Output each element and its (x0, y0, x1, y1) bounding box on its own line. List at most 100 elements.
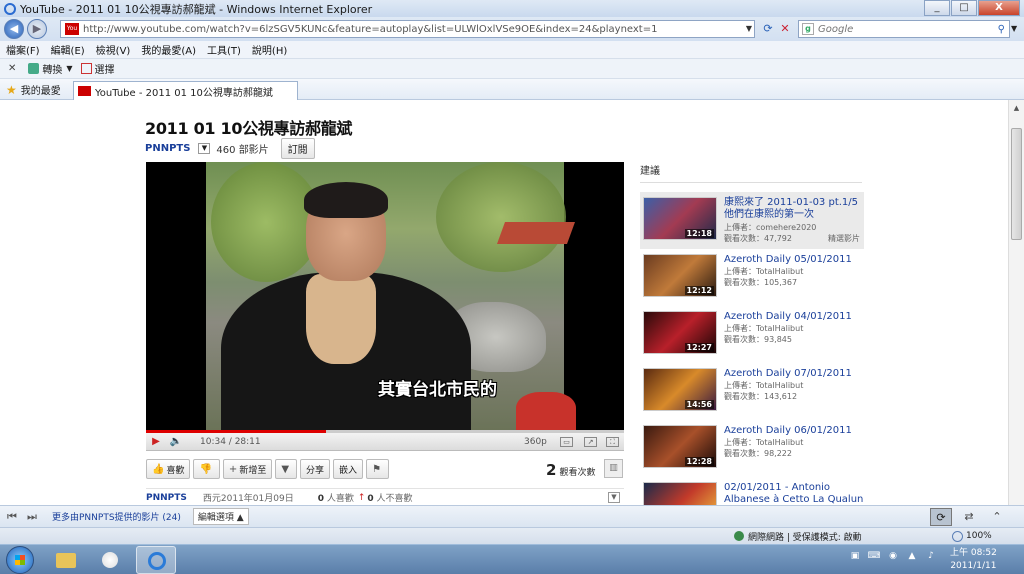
play-icon[interactable]: ▶ (146, 436, 166, 447)
menu-help[interactable]: 說明(H) (252, 42, 287, 57)
repeat-icon[interactable]: ⟳ (930, 508, 952, 526)
maximize-button[interactable]: □ (951, 0, 977, 16)
add-to-dropdown[interactable]: ▼ (275, 459, 298, 479)
menu-view[interactable]: 檢視(V) (96, 42, 131, 57)
menu-edit[interactable]: 編輯(E) (51, 42, 85, 57)
suggestion-title[interactable]: Azeroth Daily 05/01/2011 (724, 254, 864, 266)
address-dropdown-icon[interactable]: ▼ (743, 21, 755, 37)
search-input[interactable] (818, 23, 993, 35)
volume-icon[interactable]: 🔈 (166, 436, 186, 447)
add-to-button[interactable]: + 新增至 (222, 459, 273, 479)
back-button[interactable]: ◀ (4, 19, 24, 39)
suggestion-thumbnail[interactable]: 12:27 (643, 311, 717, 354)
view-count-label: 觀看次數 (559, 468, 596, 478)
menu-tools[interactable]: 工具(T) (207, 42, 241, 57)
search-box[interactable]: g ⚲ (798, 20, 1010, 38)
suggestion-title[interactable]: 康熙來了 2011-01-03 pt.1/5 他們在康熙的第一次 (724, 197, 864, 221)
shuffle-icon[interactable]: ⇄ (958, 508, 980, 526)
scroll-thumb[interactable] (1011, 128, 1022, 240)
tray-keyboard-icon[interactable]: ⌨ (867, 551, 881, 565)
suggestion-views: 觀看次數：98,222 (724, 449, 792, 458)
windows-logo-icon (15, 555, 25, 565)
paint-taskbar-button[interactable] (90, 546, 130, 574)
suggestion-thumbnail[interactable] (643, 482, 717, 505)
player-controls: ▶ 🔈 10:34 / 28:11 360p ▭ ↗ ⛶ (146, 433, 624, 451)
translate-button[interactable]: 轉換 (42, 61, 62, 76)
select-icon (80, 63, 92, 74)
playlist-bar: ⏮ ⏭ 更多由PNNPTS提供的影片 (24) 編輯選項 ▲ ⟳ ⇄ ⌃ (0, 505, 1024, 527)
like-button[interactable]: 👍 喜歡 (146, 459, 191, 479)
security-zone[interactable]: 網際網路 | 受保護模式: 啟動 (734, 530, 862, 543)
page-scrollbar[interactable]: ▲ (1008, 100, 1024, 505)
next-icon[interactable]: ⏭ (24, 510, 40, 524)
menu-file[interactable]: 檔案(F) (6, 42, 40, 57)
stats-icon[interactable]: ▥ (604, 459, 623, 478)
youtube-tab-icon (78, 86, 91, 96)
explorer-taskbar-button[interactable] (46, 546, 86, 574)
favorites-label: 我的最愛 (20, 86, 61, 97)
previous-icon[interactable]: ⏮ (4, 510, 20, 524)
ie-icon (148, 552, 166, 570)
address-bar[interactable]: You http://www.youtube.com/watch?v=6lzSG… (60, 20, 755, 38)
tray-icon[interactable]: ▣ (848, 551, 862, 565)
embed-button[interactable]: 嵌入 (333, 459, 364, 479)
tray-volume-icon[interactable]: ♪ (924, 551, 938, 565)
search-icon[interactable]: ⚲ (998, 24, 1005, 35)
flag-button[interactable]: ⚑ (366, 459, 390, 479)
share-button[interactable]: 分享 (300, 459, 331, 479)
taskbar: ▣ ⌨ ◉ ▲ ♪ 上午 08:52 2011/1/11 (0, 544, 1024, 574)
youtube-favicon-icon: You (65, 23, 79, 35)
suggestion-thumbnail[interactable]: 12:12 (643, 254, 717, 297)
suggestion-item[interactable]: 12:18 康熙來了 2011-01-03 pt.1/5 他們在康熙的第一次 上… (640, 192, 864, 249)
more-videos-link[interactable]: 更多由PNNPTS提供的影片 (24) (52, 510, 181, 523)
suggestion-title[interactable]: 02/01/2011 - Antonio Albanese à Cetto La… (724, 482, 864, 505)
suggestion-item[interactable]: 14:56 Azeroth Daily 07/01/2011 上傳者：Total… (640, 363, 864, 420)
suggestion-title[interactable]: Azeroth Daily 04/01/2011 (724, 311, 864, 323)
chevron-down-icon: ▼ (281, 463, 290, 475)
info-channel-link[interactable]: PNNPTS (146, 493, 187, 503)
subscribe-button[interactable]: 訂閱 (280, 138, 315, 159)
menu-favorites[interactable]: 我的最愛(A) (141, 42, 196, 57)
favorites-button[interactable]: ★ 我的最愛 (6, 82, 61, 98)
video-player[interactable]: 其實台北市民的 (146, 162, 624, 430)
channel-expand-icon[interactable]: ▼ (198, 143, 211, 154)
suggestion-thumbnail[interactable]: 12:28 (643, 425, 717, 468)
search-dropdown-icon[interactable]: ▼ (1011, 21, 1021, 37)
start-button[interactable] (6, 546, 34, 574)
scroll-up-icon[interactable]: ▲ (1009, 100, 1024, 116)
select-button[interactable]: 選擇 (95, 61, 115, 76)
expand-icon[interactable]: ↗ (584, 436, 597, 447)
fullscreen-icon[interactable]: ⛶ (606, 436, 619, 447)
suggestion-item[interactable]: 02/01/2011 - Antonio Albanese à Cetto La… (640, 477, 864, 505)
info-expand-icon[interactable]: ▼ (608, 492, 620, 503)
translate-dropdown-icon[interactable]: ▼ (66, 64, 72, 73)
edit-options-button[interactable]: 編輯選項 ▲ (192, 508, 249, 525)
dislike-button[interactable]: 👎 (193, 459, 220, 479)
suggestion-item[interactable]: 12:27 Azeroth Daily 04/01/2011 上傳者：Total… (640, 306, 864, 363)
stop-icon[interactable]: ✕ (777, 21, 793, 37)
suggestion-uploader: 上傳者：TotalHalibut (724, 438, 804, 447)
suggestion-title[interactable]: Azeroth Daily 07/01/2011 (724, 368, 864, 380)
popout-icon[interactable]: ▭ (560, 436, 573, 447)
quality-selector[interactable]: 360p (524, 437, 547, 447)
address-url[interactable]: http://www.youtube.com/watch?v=6lzSGV5KU… (83, 24, 657, 35)
window-title: YouTube - 2011 01 10公視專訪郝龍斌 - Windows In… (20, 2, 373, 16)
tray-network-icon[interactable]: ◉ (886, 551, 900, 565)
ie-taskbar-button[interactable] (136, 546, 176, 574)
tab-youtube[interactable]: YouTube - 2011 01 10公視專訪郝龍斌 (73, 81, 298, 100)
suggestion-thumbnail[interactable]: 14:56 (643, 368, 717, 411)
close-button[interactable]: X (978, 0, 1020, 16)
suggestion-title[interactable]: Azeroth Daily 06/01/2011 (724, 425, 864, 437)
collapse-icon[interactable]: ⌃ (986, 508, 1008, 526)
forward-button[interactable]: ▶ (27, 19, 47, 39)
suggestion-thumbnail[interactable]: 12:18 (643, 197, 717, 240)
suggestion-item[interactable]: 12:12 Azeroth Daily 05/01/2011 上傳者：Total… (640, 249, 864, 306)
tray-arrow-icon[interactable]: ▲ (905, 551, 919, 565)
minimize-button[interactable]: _ (924, 0, 950, 16)
zoom-control[interactable]: 100% (952, 530, 992, 542)
toolbar-close-icon[interactable]: ✕ (8, 63, 16, 74)
system-clock[interactable]: 上午 08:52 2011/1/11 (950, 547, 997, 573)
suggestion-item[interactable]: 12:28 Azeroth Daily 06/01/2011 上傳者：Total… (640, 420, 864, 477)
refresh-icon[interactable]: ⟳ (760, 21, 776, 37)
channel-link[interactable]: PNNPTS (145, 143, 190, 154)
